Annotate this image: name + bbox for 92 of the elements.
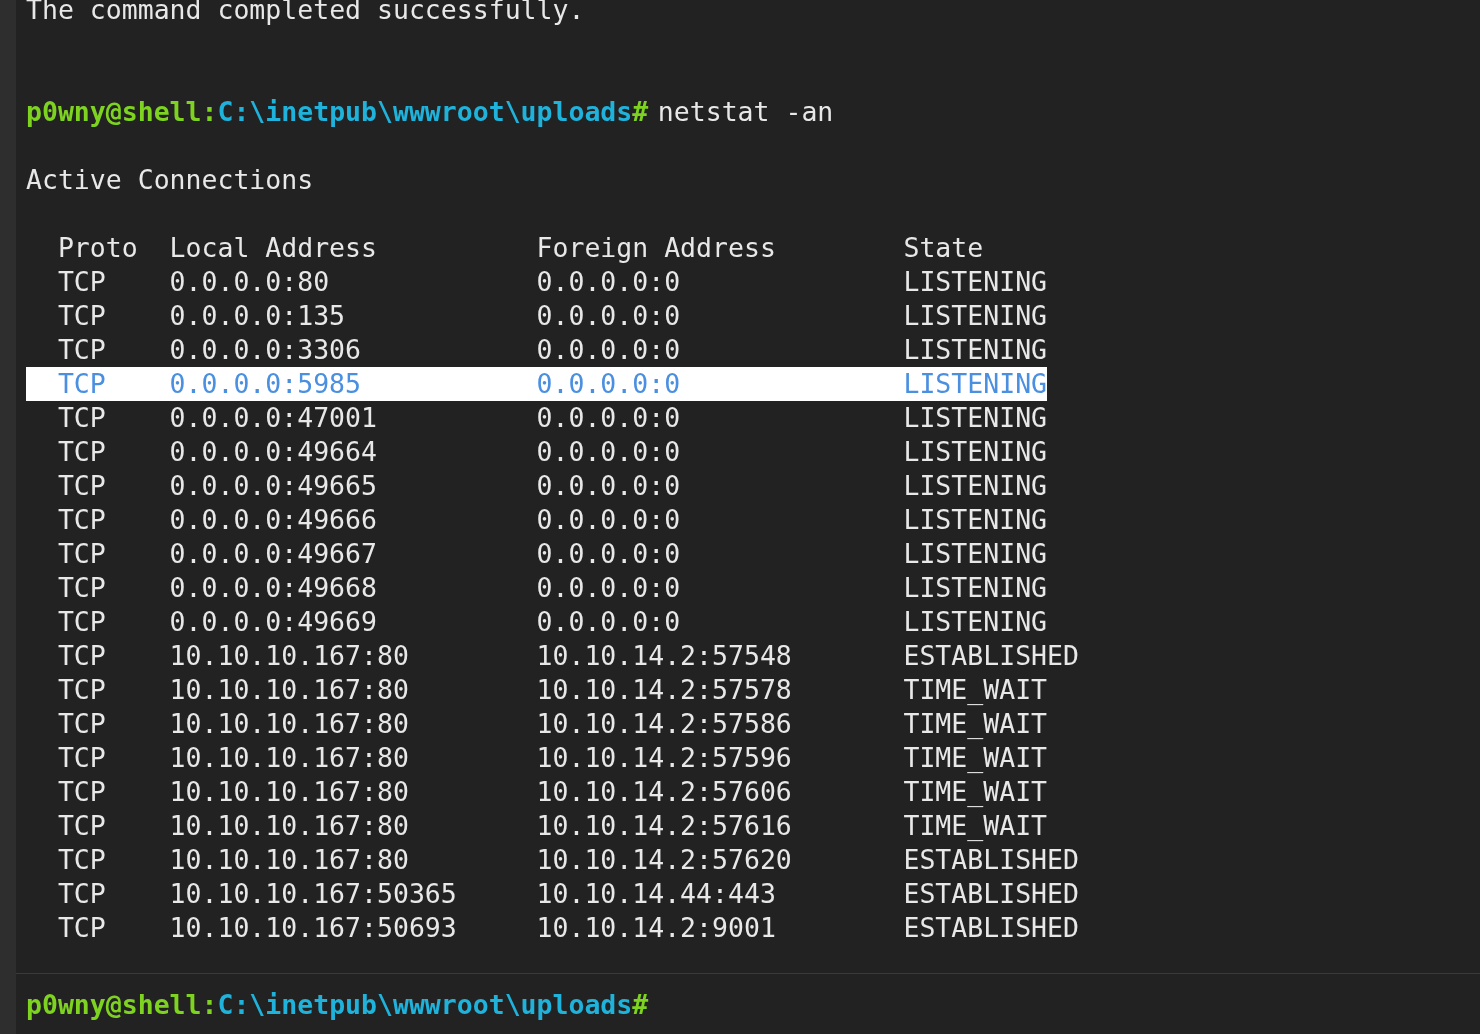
table-cell: LISTENING	[903, 435, 1048, 469]
table-cell-text: TCP	[56, 707, 107, 741]
table-cell: LISTENING	[903, 299, 1048, 333]
table-cell-text: 10.10.10.167:80	[169, 673, 410, 707]
table-cell-text: TCP	[56, 639, 107, 673]
table-cell-text: 10.10.10.167:80	[169, 707, 410, 741]
table-cell-text: 0.0.0.0:49666	[169, 503, 378, 537]
column-header: Local Address	[169, 231, 378, 265]
table-cell-text: 0.0.0.0:49664	[169, 435, 378, 469]
table-cell-text: TCP	[56, 401, 107, 435]
table-cell-text: 10.10.10.167:80	[169, 639, 410, 673]
table-cell-text: TCP	[56, 605, 107, 639]
table-cell: TIME_WAIT	[903, 741, 1048, 775]
table-cell-text: 0.0.0.0:49668	[169, 571, 378, 605]
table-cell-text: TCP	[56, 503, 107, 537]
table-cell-text: TCP	[56, 911, 107, 945]
table-cell: TIME_WAIT	[903, 673, 1048, 707]
table-cell-text: 0.0.0.0:0	[536, 299, 682, 333]
table-cell: ESTABLISHED	[903, 911, 1079, 945]
output-heading: Active Connections	[26, 164, 314, 195]
table-cell-text: 0.0.0.0:135	[169, 299, 347, 333]
table-cell-text: 10.10.10.167:50693	[169, 911, 458, 945]
table-cell-text: TCP	[56, 775, 107, 809]
table-cell-text: 0.0.0.0:0	[536, 333, 682, 367]
table-cell-text: 0.0.0.0:3306	[169, 333, 363, 367]
prompt-path: C:\inetpub\wwwroot\uploads	[217, 96, 633, 127]
table-cell-text: TCP	[56, 809, 107, 843]
table-cell-text: TCP	[56, 537, 107, 571]
table-cell-text: 10.10.10.167:80	[169, 843, 410, 877]
table-cell-text: 10.10.14.2:57606	[536, 775, 793, 809]
table-cell: LISTENING	[903, 537, 1048, 571]
column-header: State	[903, 231, 984, 265]
table-cell-text: 0.0.0.0:47001	[169, 401, 378, 435]
table-cell-text: 10.10.10.167:80	[169, 809, 410, 843]
prompt-user: p0wny@shell:	[26, 989, 218, 1020]
table-cell: ESTABLISHED	[903, 877, 1079, 911]
table-cell: LISTENING	[903, 367, 1048, 401]
table-cell-text: 0.0.0.0:0	[536, 435, 682, 469]
table-cell: TIME_WAIT	[903, 775, 1048, 809]
table-cell-text: TCP	[56, 741, 107, 775]
table-cell: ESTABLISHED	[903, 639, 1079, 673]
table-cell: TIME_WAIT	[903, 707, 1048, 741]
table-cell: LISTENING	[903, 469, 1048, 503]
table-cell: LISTENING	[903, 571, 1048, 605]
table-cell-text: 0.0.0.0:0	[536, 605, 682, 639]
table-cell-text: TCP	[56, 435, 107, 469]
table-cell-text: TCP	[56, 877, 107, 911]
table-cell-text: TCP	[56, 571, 107, 605]
prompt-user: p0wny@shell:	[26, 96, 218, 127]
table-cell-text: 0.0.0.0:80	[169, 265, 331, 299]
prompt-path: C:\inetpub\wwwroot\uploads	[217, 989, 633, 1020]
table-cell-text: 0.0.0.0:49665	[169, 469, 378, 503]
table-cell: LISTENING	[903, 503, 1048, 537]
table-cell-text: 10.10.14.2:57578	[536, 673, 793, 707]
table-cell: TIME_WAIT	[903, 809, 1048, 843]
table-cell: LISTENING	[903, 605, 1048, 639]
table-cell-text: 0.0.0.0:0	[536, 503, 682, 537]
prompt-symbol: #	[632, 989, 649, 1020]
prompt-symbol: #	[632, 96, 649, 127]
table-cell: LISTENING	[903, 401, 1048, 435]
table-cell-text: TCP	[56, 265, 107, 299]
table-cell: TCP	[26, 367, 170, 401]
table-cell-text: 0.0.0.0:49667	[169, 537, 378, 571]
column-header: Proto	[56, 231, 139, 265]
table-cell-text: 0.0.0.0:0	[536, 265, 682, 299]
table-cell-text: 10.10.14.2:9001	[536, 911, 777, 945]
table-cell-text: 0.0.0.0:0	[536, 537, 682, 571]
table-cell-text: 0.0.0.0:0	[536, 401, 682, 435]
table-cell-text: 10.10.14.44:443	[536, 877, 777, 911]
table-cell-text: TCP	[56, 299, 107, 333]
table-cell-text: TCP	[56, 673, 107, 707]
table-cell-text: 10.10.14.2:57548	[536, 639, 793, 673]
table-cell-text: 10.10.14.2:57596	[536, 741, 793, 775]
table-cell: LISTENING	[903, 333, 1048, 367]
table-cell-text: 10.10.10.167:80	[169, 741, 410, 775]
table-cell: ESTABLISHED	[903, 843, 1079, 877]
table-cell-text: 0.0.0.0:49669	[169, 605, 378, 639]
table-cell-text: 10.10.14.2:57620	[536, 843, 793, 877]
table-cell: 0.0.0.0:5985	[169, 367, 537, 401]
table-cell-text: TCP	[56, 469, 107, 503]
command-text: netstat -an	[657, 96, 834, 127]
table-cell-text: 10.10.10.167:80	[169, 775, 410, 809]
table-cell-text: 10.10.14.2:57586	[536, 707, 793, 741]
table-cell-text: 0.0.0.0:0	[536, 469, 682, 503]
table-cell-text: TCP	[56, 333, 107, 367]
table-cell: LISTENING	[903, 265, 1048, 299]
table-cell: 0.0.0.0:0	[536, 367, 904, 401]
table-cell-text: TCP	[56, 843, 107, 877]
table-cell-text: 10.10.10.167:50365	[169, 877, 458, 911]
table-cell-text: 10.10.14.2:57616	[536, 809, 793, 843]
table-cell-text: 0.0.0.0:0	[536, 571, 682, 605]
column-header: Foreign Address	[536, 231, 777, 265]
